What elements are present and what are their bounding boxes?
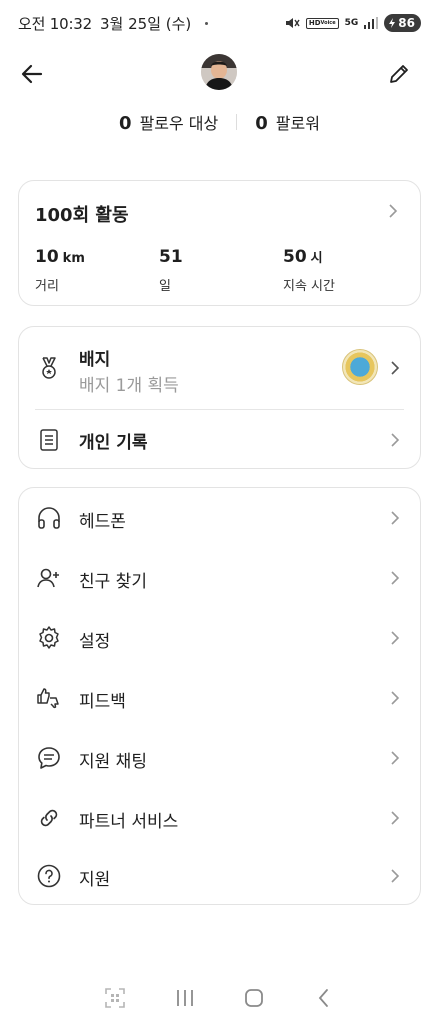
menu-item-settings[interactable]: 설정 [19, 608, 422, 668]
back-arrow-icon [21, 64, 43, 84]
mute-icon [284, 15, 300, 31]
menu-label: 지원 채팅 [79, 752, 147, 772]
chevron-right-icon [389, 204, 398, 218]
system-navigation-bar [0, 980, 439, 1016]
medal-icon [37, 356, 61, 380]
menu-label: 설정 [79, 632, 111, 652]
pencil-icon [390, 65, 408, 83]
document-icon [37, 428, 61, 452]
stat-distance-label: 거리 [35, 279, 59, 294]
add-friend-icon [36, 565, 62, 591]
status-bar: 오전 10:32 3월 25일 (수) HD Voice 5G 86 [0, 0, 439, 46]
battery-indicator: 86 [384, 14, 421, 32]
followers-link[interactable]: 0 팔로워 [255, 110, 320, 134]
chevron-right-icon [391, 511, 400, 525]
personal-records-label: 개인 기록 [79, 433, 148, 453]
menu-item-support-chat[interactable]: 지원 채팅 [19, 728, 422, 788]
menu-label: 헤드폰 [79, 512, 126, 532]
stat-days-label: 일 [159, 279, 171, 294]
menu-label: 친구 찾기 [79, 572, 147, 592]
follow-stats: 0 팔로우 대상 0 팔로워 [0, 110, 439, 134]
activity-card[interactable]: 100회 활동 10 km 거리 51 일 50 시 지속 시간 [18, 180, 421, 306]
back-chevron-icon [318, 989, 329, 1007]
menu-item-feedback[interactable]: 피드백 [19, 668, 422, 728]
screenshot-scan-button[interactable] [101, 984, 129, 1012]
back-button[interactable] [18, 60, 46, 88]
avatar[interactable] [201, 54, 237, 90]
recent-apps-button[interactable] [171, 984, 199, 1012]
menu-label: 피드백 [79, 692, 126, 712]
follow-divider [236, 114, 238, 130]
hd-label: HD [308, 18, 321, 27]
badges-row[interactable]: 배지 배지 1개 획득 [19, 327, 422, 409]
following-link[interactable]: 0 팔로우 대상 [119, 110, 218, 134]
feedback-thumbs-icon [36, 685, 62, 711]
stat-duration: 50 시 지속 시간 [283, 247, 335, 294]
chevron-right-icon [391, 631, 400, 645]
menu-label: 파트너 서비스 [79, 812, 179, 832]
badges-title: 배지 [79, 350, 111, 370]
badges-subtitle: 배지 1개 획득 [79, 376, 179, 396]
home-button[interactable] [240, 984, 268, 1012]
following-count: 0 [119, 113, 132, 134]
help-icon [36, 863, 62, 889]
earned-badge-image [342, 349, 378, 385]
stat-distance-unit: km [62, 251, 85, 266]
chevron-right-icon [391, 571, 400, 585]
stat-distance: 10 km 거리 [35, 247, 85, 294]
chevron-right-icon [391, 869, 400, 883]
chevron-right-icon [391, 751, 400, 765]
status-date: 3월 25일 (수) [100, 14, 192, 33]
followers-count: 0 [255, 113, 268, 134]
link-icon [36, 805, 62, 831]
stat-duration-value: 50 [283, 247, 307, 267]
following-label: 팔로우 대상 [139, 114, 219, 133]
chevron-right-icon [391, 691, 400, 705]
scan-icon [105, 988, 125, 1008]
chevron-right-icon [391, 811, 400, 825]
activity-title: 100회 활동 [35, 205, 129, 226]
chat-icon [36, 745, 62, 771]
network-5g-icon: 5G [344, 18, 359, 28]
stat-duration-unit: 시 [310, 251, 323, 266]
personal-records-row[interactable]: 개인 기록 [19, 410, 422, 470]
menu-item-support[interactable]: 지원 [19, 846, 422, 906]
home-icon [245, 989, 264, 1007]
signal-icon [364, 17, 379, 29]
badges-card: 배지 배지 1개 획득 개인 기록 [18, 326, 421, 469]
menu-item-partner-services[interactable]: 파트너 서비스 [19, 788, 422, 848]
charging-icon [389, 18, 396, 28]
gear-icon [36, 625, 62, 651]
notification-dot-icon [205, 21, 209, 25]
stat-duration-label: 지속 시간 [283, 279, 335, 294]
stat-days: 51 일 [159, 247, 187, 294]
edit-profile-button[interactable] [385, 60, 413, 88]
menu-item-find-friends[interactable]: 친구 찾기 [19, 548, 422, 608]
stat-distance-value: 10 [35, 247, 59, 267]
voice-label: Voice [320, 19, 336, 26]
avatar-photo-icon [201, 54, 237, 90]
battery-level: 86 [398, 16, 415, 30]
recent-apps-icon [176, 990, 193, 1006]
status-time: 오전 10:32 [18, 14, 92, 33]
hd-voice-icon: HD Voice [305, 17, 339, 29]
stat-days-value: 51 [159, 247, 183, 267]
top-navigation [0, 52, 439, 96]
menu-card: 헤드폰 친구 찾기 설정 피드백 지원 채팅 파트너 서비스 지원 [18, 487, 421, 905]
menu-label: 지원 [79, 870, 111, 890]
chevron-right-icon [391, 433, 400, 447]
headphones-icon [36, 505, 62, 531]
menu-item-headphones[interactable]: 헤드폰 [19, 488, 422, 548]
chevron-right-icon [391, 361, 400, 375]
followers-label: 팔로워 [275, 114, 320, 133]
system-back-button[interactable] [310, 984, 338, 1012]
